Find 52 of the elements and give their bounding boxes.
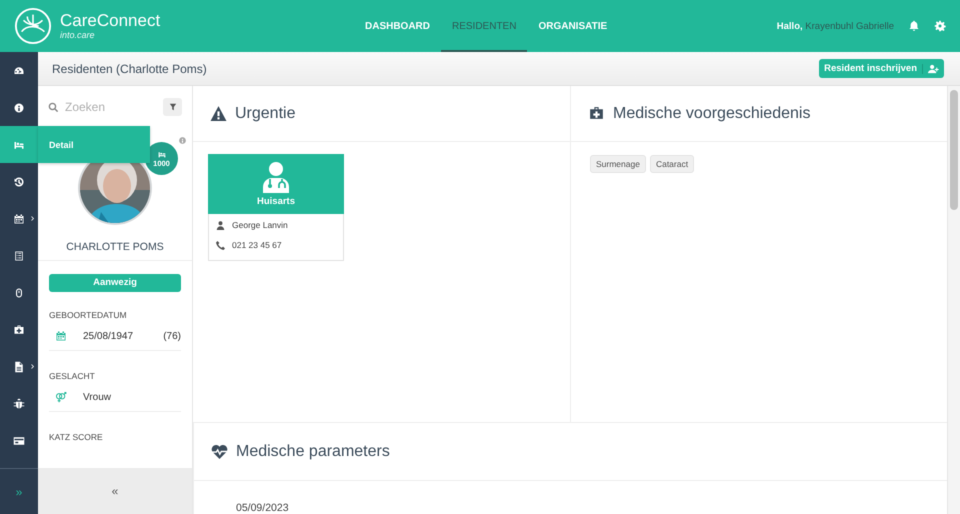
- medkit-icon: [13, 324, 25, 336]
- field-label: KATZ SCORE: [49, 432, 104, 442]
- resident-name: CHARLOTTE POMS: [66, 240, 164, 255]
- document-icon: [13, 360, 25, 372]
- info-icon: [13, 102, 25, 114]
- scrollbar[interactable]: [947, 86, 960, 514]
- bed-icon: [156, 150, 166, 158]
- calendar-icon: [13, 212, 25, 224]
- gender-icon: [55, 391, 67, 403]
- field-label: GEBOORTEDATUM: [49, 310, 128, 320]
- person-icon: [216, 220, 225, 230]
- greeting-text: Hallo, Krayenbuhl Gabrielle: [776, 20, 894, 32]
- section-title: Medische voorgeschiedenis: [613, 104, 810, 122]
- tree-logo-icon: [14, 7, 52, 45]
- age-text: (76): [163, 330, 181, 342]
- dashboard-icon: [13, 64, 25, 76]
- history-tag: Surmenage: [590, 155, 646, 173]
- collapse-button[interactable]: «: [38, 468, 192, 514]
- warning-icon: [210, 105, 227, 122]
- app-title: CareConnect: [60, 12, 160, 30]
- field-label: GESLACHT: [49, 371, 96, 381]
- chevron-icon: [31, 216, 34, 221]
- history-icon: [13, 176, 25, 188]
- mouse-icon: [13, 286, 25, 298]
- filter-button[interactable]: [163, 98, 182, 116]
- page-title: Residenten (Charlotte Poms): [52, 62, 207, 76]
- parameter-date: 05/09/2023: [236, 502, 289, 514]
- field-value: 25/08/1947: [83, 330, 134, 342]
- list-icon: [13, 250, 25, 262]
- nav-tab[interactable]: DASHBOARD: [354, 0, 441, 52]
- doctor-icon: [261, 161, 291, 193]
- register-resident-button[interactable]: Resident inschrijven: [819, 59, 944, 78]
- filter-icon: [168, 103, 176, 111]
- card-icon: [13, 434, 25, 446]
- tooltip: Detail: [38, 126, 150, 163]
- status-badge: Aanwezig: [49, 274, 181, 292]
- heartbeat-icon: [211, 443, 228, 460]
- phone-icon: [216, 240, 225, 250]
- medkit-icon: [588, 105, 605, 122]
- nav-tab[interactable]: ORGANISATIE: [527, 0, 618, 52]
- field-value: Vrouw: [83, 392, 111, 402]
- app-subtitle: into.care: [60, 30, 96, 40]
- section-title: Urgentie: [235, 104, 296, 122]
- contact-phone: 021 23 45 67: [232, 240, 282, 250]
- contact-name: George Lanvin: [232, 220, 288, 230]
- section-title: Medische parameters: [236, 442, 390, 460]
- contact-role: Huisarts: [256, 196, 295, 207]
- calendar-icon: [55, 330, 67, 342]
- search-icon: [48, 102, 59, 112]
- bug-icon: [13, 398, 25, 410]
- history-tag: Cataract: [650, 155, 694, 173]
- chevron-icon: [31, 364, 34, 369]
